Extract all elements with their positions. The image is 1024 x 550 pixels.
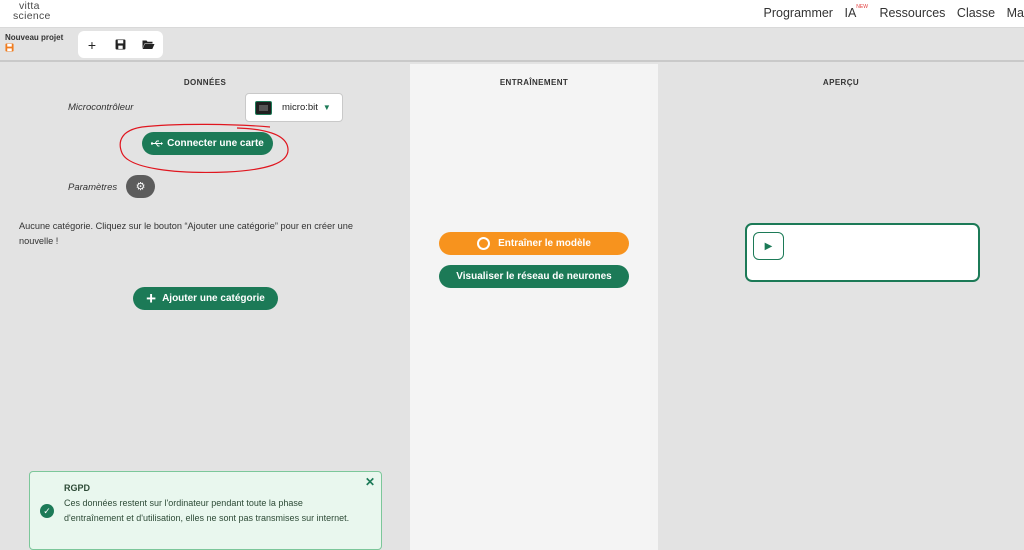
- floppy-icon: [115, 39, 125, 50]
- play-icon: ▶: [764, 240, 773, 252]
- rgpd-toast: ✓ RGPD Ces données restent sur l'ordinat…: [29, 471, 382, 550]
- brain-icon: [477, 237, 491, 250]
- training-panel-title: ENTRAÎNEMENT: [499, 78, 569, 87]
- nav-programmer[interactable]: Programmer: [764, 6, 833, 20]
- training-panel: ENTRAÎNEMENT: [410, 64, 658, 550]
- usb-icon: [151, 140, 164, 147]
- toolbar-buttons: +: [78, 31, 163, 58]
- new-project-button[interactable]: +: [78, 31, 106, 58]
- plus-icon: +: [146, 289, 157, 308]
- microcontroller-label: Microcontrôleur: [68, 102, 134, 113]
- vittascience-logo[interactable]: vitta science: [13, 1, 51, 22]
- chevron-down-icon: ▼: [322, 103, 331, 112]
- save-icon: [5, 43, 14, 52]
- logo-line2: science: [13, 9, 51, 22]
- add-category-label: Ajouter une catégorie: [162, 293, 265, 304]
- nav-classe[interactable]: Classe: [957, 6, 995, 20]
- parameters-label: Paramètres: [68, 182, 118, 193]
- empty-categories-message: Aucune catégorie. Cliquez sur le bouton …: [19, 221, 354, 246]
- check-icon: ✓: [40, 504, 54, 518]
- top-bar: vitta science Programmer IANEW Ressource…: [0, 0, 1024, 28]
- microbit-icon: [255, 100, 272, 115]
- train-model-label: Entraîner le modèle: [498, 238, 591, 249]
- toast-title: RGPD: [64, 483, 91, 493]
- microcontroller-value: micro:bit: [282, 102, 318, 113]
- connect-board-label: Connecter une carte: [167, 138, 264, 149]
- main-nav: Programmer IANEW Ressources Classe Ma: [756, 4, 1024, 20]
- gears-icon: ⚙: [135, 181, 146, 193]
- close-icon[interactable]: ✕: [365, 475, 375, 489]
- add-category-button[interactable]: + Ajouter une catégorie: [133, 287, 278, 310]
- nav-ia[interactable]: IANEW: [844, 4, 868, 20]
- new-badge: NEW: [856, 4, 868, 10]
- project-toolbar: Nouveau projet +: [0, 28, 1024, 62]
- nav-ia-label: IA: [844, 6, 857, 20]
- open-project-button[interactable]: [134, 31, 162, 58]
- microcontroller-select[interactable]: micro:bit ▼: [245, 93, 343, 122]
- visualize-network-label: Visualiser le réseau de neurones: [456, 271, 612, 282]
- toast-body: Ces données restent sur l'ordinateur pen…: [64, 498, 350, 523]
- plus-icon: +: [87, 36, 97, 53]
- preview-box: ▶: [745, 223, 980, 282]
- connect-board-button[interactable]: Connecter une carte: [142, 132, 273, 155]
- preview-panel: APERÇU: [658, 64, 1024, 550]
- save-project-button[interactable]: [106, 31, 134, 58]
- project-name[interactable]: Nouveau projet: [5, 33, 63, 42]
- visualize-network-button[interactable]: Visualiser le réseau de neurones: [439, 265, 629, 288]
- play-button[interactable]: ▶: [753, 232, 784, 260]
- preview-panel-title: APERÇU: [822, 78, 860, 87]
- nav-account[interactable]: Ma: [1007, 6, 1024, 20]
- folder-open-icon: [142, 40, 154, 49]
- train-model-button[interactable]: Entraîner le modèle: [439, 232, 629, 255]
- nav-ressources[interactable]: Ressources: [879, 6, 945, 20]
- parameters-button[interactable]: ⚙: [126, 175, 155, 198]
